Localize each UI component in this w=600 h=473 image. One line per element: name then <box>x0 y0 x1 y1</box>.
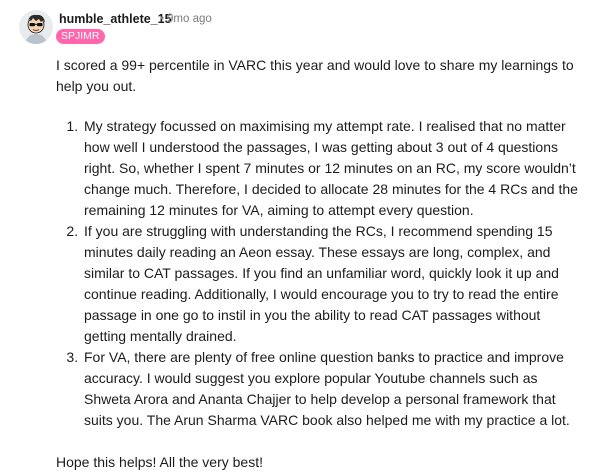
cartoon-avatar-icon[interactable] <box>19 10 53 44</box>
list-item: My strategy focussed on maximising my at… <box>82 116 586 221</box>
user-flair-badge: SPJIMR <box>56 29 105 44</box>
post-closing: Hope this helps! All the very best! <box>56 454 263 470</box>
list-item: For VA, there are plenty of free online … <box>82 347 586 431</box>
post-timestamp[interactable]: 9mo ago <box>167 13 212 25</box>
author-username[interactable]: humble_athlete_15 <box>59 12 172 26</box>
post-body: I scored a 99+ percentile in VARC this y… <box>56 55 586 473</box>
tips-list: My strategy focussed on maximising my at… <box>56 116 586 431</box>
list-item: If you are struggling with understanding… <box>82 221 586 347</box>
post-meta: • 9mo ago <box>158 13 212 25</box>
post-intro: I scored a 99+ percentile in VARC this y… <box>56 57 574 94</box>
comment-post: humble_athlete_15 • 9mo ago SPJIMR I scor… <box>0 0 600 470</box>
meta-separator: • <box>160 13 165 25</box>
